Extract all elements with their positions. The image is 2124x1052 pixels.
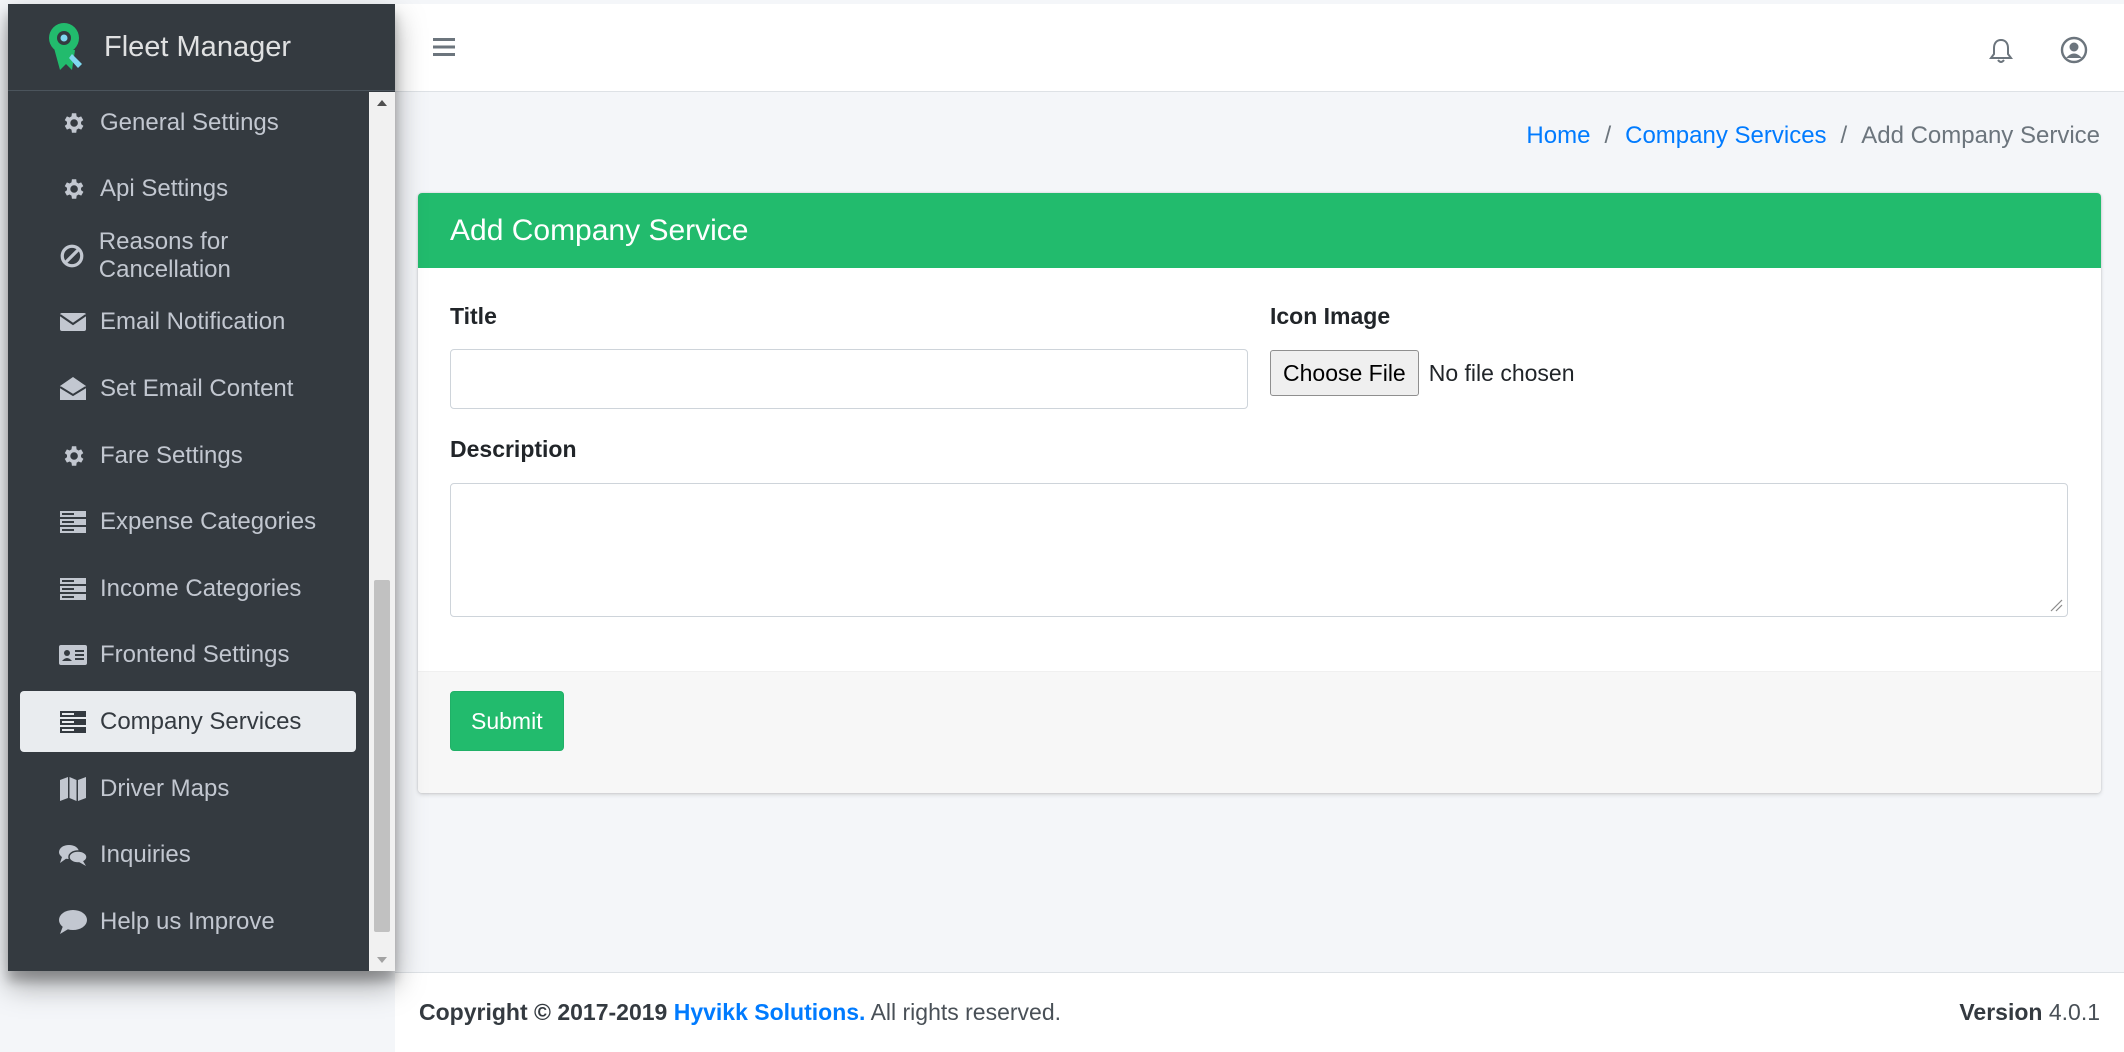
resize-grip-icon[interactable] <box>2049 598 2063 612</box>
sidebar-item-label: Inquiries <box>100 840 191 868</box>
comments-icon <box>58 840 88 870</box>
sidebar-item-income-categories[interactable]: Income Categories <box>20 558 356 619</box>
app-root: Fleet Manager General Settings Api Setti… <box>0 0 2124 1052</box>
sidebar-item-set-email-content[interactable]: Set Email Content <box>20 358 356 419</box>
server-icon <box>58 707 88 737</box>
breadcrumb-home-link[interactable]: Home <box>1526 122 1590 150</box>
server-icon <box>58 574 88 604</box>
card-title: Add Company Service <box>418 193 2101 268</box>
ban-icon <box>58 241 87 271</box>
breadcrumb-company-services-link[interactable]: Company Services <box>1625 122 1826 150</box>
sidebar: Fleet Manager General Settings Api Setti… <box>8 4 395 971</box>
version-label: Version <box>1959 999 2043 1025</box>
sidebar-item-label: Email Notification <box>100 307 286 335</box>
sidebar-item-label: Api Settings <box>100 174 229 202</box>
sidebar-item-label: Frontend Settings <box>100 640 290 668</box>
file-status-text: No file chosen <box>1428 359 1575 386</box>
title-input[interactable] <box>450 349 1248 409</box>
description-textarea[interactable] <box>450 483 2068 617</box>
sidebar-item-driver-maps[interactable]: Driver Maps <box>20 758 356 819</box>
breadcrumb-current: Add Company Service <box>1861 122 2100 149</box>
envelope-icon <box>58 307 88 337</box>
hamburger-menu-icon[interactable] <box>431 34 457 60</box>
sidebar-item-label: Income Categories <box>100 574 302 602</box>
map-icon <box>58 774 88 804</box>
sidebar-item-label: Driver Maps <box>100 774 230 802</box>
sidebar-item-reasons-for-cancellation[interactable]: Reasons for Cancellation <box>20 225 356 286</box>
title-label: Title <box>450 303 497 329</box>
brand-name: Fleet Manager <box>104 30 291 63</box>
gear-icon <box>58 174 88 204</box>
user-circle-icon[interactable] <box>2060 36 2088 64</box>
top-navbar <box>395 4 2124 92</box>
copyright: Copyright © 2017-2019 Hyvikk Solutions. … <box>419 999 1061 1026</box>
gear-icon <box>58 441 88 471</box>
bell-icon[interactable] <box>1988 37 2014 65</box>
choose-file-button[interactable]: Choose File <box>1270 350 1419 396</box>
rights-text: All rights reserved. <box>870 999 1062 1025</box>
server-icon <box>58 507 88 537</box>
comment-icon <box>58 907 88 937</box>
sidebar-item-frontend-settings[interactable]: Frontend Settings <box>20 624 356 685</box>
sidebar-item-email-notification[interactable]: Email Notification <box>20 291 356 352</box>
scroll-down-arrow-icon[interactable] <box>369 949 395 971</box>
breadcrumb-separator: / <box>1604 122 1612 149</box>
sidebar-item-general-settings[interactable]: General Settings <box>20 92 356 153</box>
sidebar-item-api-settings[interactable]: Api Settings <box>20 158 356 219</box>
scroll-up-arrow-icon[interactable] <box>369 92 395 114</box>
sidebar-item-label: Company Services <box>100 707 302 735</box>
version-value: 4.0.1 <box>2048 999 2100 1025</box>
sidebar-item-company-services[interactable]: Company Services <box>20 691 356 752</box>
sidebar-item-inquiries[interactable]: Inquiries <box>20 824 356 885</box>
gear-icon <box>58 108 88 138</box>
sidebar-item-expense-categories[interactable]: Expense Categories <box>20 491 356 552</box>
brand[interactable]: Fleet Manager <box>8 4 395 91</box>
sidebar-scrollbar[interactable] <box>369 92 395 971</box>
company-link[interactable]: Hyvikk Solutions. <box>674 999 866 1025</box>
breadcrumb: Home / Company Services / Add Company Se… <box>1526 122 2100 150</box>
icon-image-label: Icon Image <box>1270 303 1391 329</box>
breadcrumb-separator: / <box>1840 122 1848 149</box>
copyright-prefix: Copyright © 2017-2019 <box>419 999 668 1025</box>
sidebar-nav: General Settings Api Settings Reasons fo… <box>8 92 369 971</box>
sidebar-item-help-us-improve[interactable]: Help us Improve <box>20 891 356 952</box>
brand-logo-icon <box>49 23 82 70</box>
card-footer: Submit <box>418 671 2101 793</box>
page-footer: Copyright © 2017-2019 Hyvikk Solutions. … <box>395 972 2124 1052</box>
add-company-service-card: Add Company Service Title Icon Image Cho… <box>418 193 2101 793</box>
sidebar-item-fare-settings[interactable]: Fare Settings <box>20 425 356 486</box>
id-card-icon <box>58 640 88 670</box>
sidebar-item-label: Reasons for Cancellation <box>98 227 231 283</box>
submit-button[interactable]: Submit <box>450 691 564 751</box>
sidebar-item-label: Fare Settings <box>100 441 243 469</box>
sidebar-item-label: General Settings <box>100 108 279 136</box>
sidebar-item-label: Help us Improve <box>100 907 275 935</box>
sidebar-item-label: Set Email Content <box>100 374 294 402</box>
sidebar-item-label: Expense Categories <box>100 507 317 535</box>
scrollbar-thumb[interactable] <box>374 580 390 932</box>
version: Version 4.0.1 <box>1959 999 2100 1026</box>
description-label: Description <box>450 436 577 462</box>
icon-image-file-input[interactable]: Choose File No file chosen <box>1270 350 1574 396</box>
envelope-open-icon <box>58 374 88 404</box>
